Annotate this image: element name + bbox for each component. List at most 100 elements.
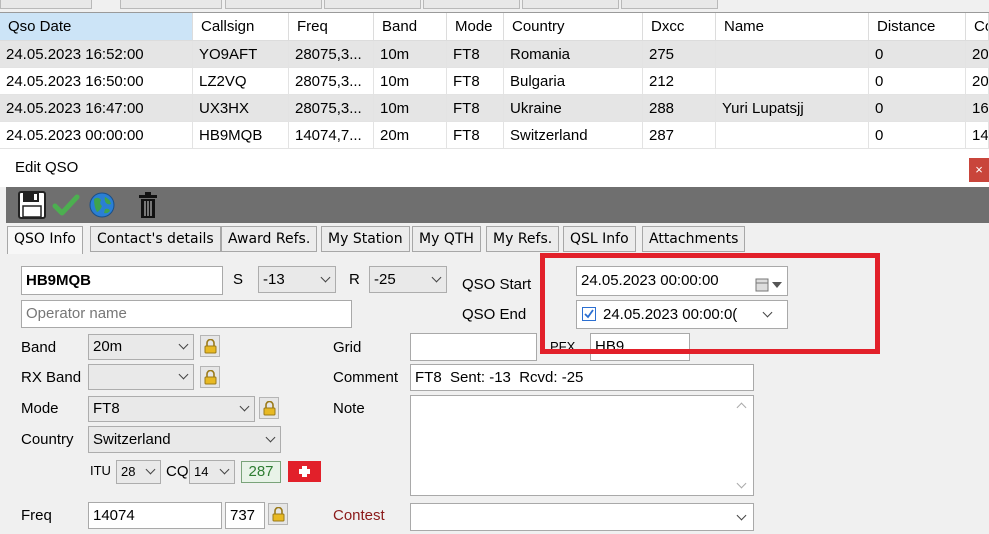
operator-name-input[interactable]: Operator name bbox=[21, 300, 352, 328]
tab-my-refs[interactable]: My Refs. bbox=[486, 226, 560, 252]
table-row[interactable]: 24.05.2023 16:47:00 UX3HX 28075,3... 10m… bbox=[0, 95, 989, 122]
table-cell: 287 bbox=[643, 122, 716, 149]
table-cell: FT8 bbox=[447, 41, 504, 68]
table-cell: 24.05.2023 00:00:00 bbox=[0, 122, 193, 149]
table-cell: FT8 bbox=[447, 95, 504, 122]
grid-input[interactable] bbox=[410, 333, 537, 361]
top-tab-stub[interactable] bbox=[621, 0, 718, 9]
column-header-mode[interactable]: Mode bbox=[447, 13, 504, 41]
save-icon[interactable] bbox=[18, 191, 46, 219]
cq-value: 14 bbox=[194, 464, 209, 479]
table-cell: 24.05.2023 16:52:00 bbox=[0, 41, 193, 68]
mode-label: Mode bbox=[21, 400, 59, 417]
column-header-callsign[interactable]: Callsign bbox=[193, 13, 289, 41]
column-header-qso-date[interactable]: Qso Date bbox=[0, 13, 193, 41]
chevron-down-icon bbox=[178, 369, 189, 380]
qso-grid: Qso Date Callsign Freq Band Mode Country… bbox=[0, 12, 989, 152]
table-cell: 24.05.2023 16:50:00 bbox=[0, 68, 193, 95]
column-header-name[interactable]: Name bbox=[716, 13, 869, 41]
close-button[interactable]: × bbox=[969, 158, 989, 182]
country-value: Switzerland bbox=[93, 431, 171, 448]
r-report-value: -25 bbox=[374, 271, 396, 288]
table-cell: Switzerland bbox=[504, 122, 643, 149]
qso-start-label: QSO Start bbox=[462, 276, 532, 293]
country-label: Country bbox=[21, 431, 74, 448]
tab-qso-info[interactable]: QSO Info bbox=[7, 226, 83, 254]
tab-my-qth[interactable]: My QTH bbox=[412, 226, 481, 252]
table-cell: 288 bbox=[643, 95, 716, 122]
table-cell: 14074,7... bbox=[289, 122, 374, 149]
tab-contacts-details[interactable]: Contact's details bbox=[90, 226, 221, 252]
chevron-down-icon bbox=[239, 401, 250, 412]
itu-select[interactable]: 28 bbox=[116, 460, 161, 484]
tab-my-station[interactable]: My Station bbox=[321, 226, 410, 252]
confirm-check-icon[interactable] bbox=[52, 191, 80, 219]
scroll-up-icon[interactable] bbox=[736, 402, 747, 413]
s-report-value: -13 bbox=[263, 271, 285, 288]
globe-icon[interactable] bbox=[88, 191, 116, 219]
top-tab-stub[interactable] bbox=[423, 0, 520, 9]
column-header-dxcc[interactable]: Dxcc bbox=[643, 13, 716, 41]
window-title: Edit QSO bbox=[15, 159, 79, 176]
mode-select[interactable]: FT8 bbox=[88, 396, 255, 422]
column-header-distance[interactable]: Distance bbox=[869, 13, 966, 41]
table-cell: HB9MQB bbox=[193, 122, 289, 149]
table-cell: Romania bbox=[504, 41, 643, 68]
top-tab-stub[interactable] bbox=[324, 0, 421, 9]
table-cell: 28075,3... bbox=[289, 41, 374, 68]
table-cell: FT8 bbox=[447, 122, 504, 149]
rx-band-select[interactable] bbox=[88, 364, 194, 390]
band-lock-button[interactable] bbox=[200, 335, 220, 357]
chevron-down-icon bbox=[219, 464, 230, 475]
freq-lock-button[interactable] bbox=[268, 503, 288, 525]
table-cell: Ukraine bbox=[504, 95, 643, 122]
table-row[interactable]: 24.05.2023 16:50:00 LZ2VQ 28075,3... 10m… bbox=[0, 68, 989, 95]
callsign-input[interactable]: HB9MQB bbox=[21, 266, 223, 295]
freq-input[interactable]: 14074 bbox=[88, 502, 222, 529]
comment-input[interactable]: FT8 Sent: -13 Rcvd: -25 bbox=[410, 364, 754, 391]
tab-qsl-info[interactable]: QSL Info bbox=[563, 226, 636, 252]
column-header-freq[interactable]: Freq bbox=[289, 13, 374, 41]
cq-select[interactable]: 14 bbox=[189, 460, 235, 484]
table-cell: 16 bbox=[966, 95, 989, 122]
top-tab-stub[interactable] bbox=[120, 0, 222, 9]
lock-icon bbox=[204, 339, 217, 354]
note-textarea[interactable] bbox=[410, 395, 754, 496]
table-row[interactable]: 24.05.2023 16:52:00 YO9AFT 28075,3... 10… bbox=[0, 41, 989, 68]
column-header-band[interactable]: Band bbox=[374, 13, 447, 41]
chevron-down-icon bbox=[431, 272, 442, 282]
lock-icon bbox=[204, 370, 217, 385]
column-header-country[interactable]: Country bbox=[504, 13, 643, 41]
top-tab-stub[interactable] bbox=[225, 0, 322, 9]
tab-attachments[interactable]: Attachments bbox=[642, 226, 746, 252]
country-select[interactable]: Switzerland bbox=[88, 426, 281, 453]
mode-lock-button[interactable] bbox=[259, 397, 279, 419]
rx-band-lock-button[interactable] bbox=[200, 366, 220, 388]
chevron-down-icon bbox=[265, 432, 276, 442]
table-cell: Yuri Lupatsjj bbox=[716, 95, 869, 122]
tab-award-refs[interactable]: Award Refs. bbox=[221, 226, 318, 252]
contest-select[interactable] bbox=[410, 503, 754, 531]
column-header-continent[interactable]: Co bbox=[966, 13, 989, 41]
r-label: R bbox=[349, 271, 360, 288]
table-cell bbox=[716, 68, 869, 95]
table-cell: FT8 bbox=[447, 68, 504, 95]
top-tab-stub[interactable] bbox=[522, 0, 619, 9]
top-tab-stub[interactable] bbox=[0, 0, 92, 9]
dxcc-badge: 287 bbox=[241, 461, 281, 483]
table-row[interactable]: 24.05.2023 00:00:00 HB9MQB 14074,7... 20… bbox=[0, 122, 989, 149]
delete-trash-icon[interactable] bbox=[134, 191, 162, 219]
chevron-down-icon bbox=[178, 339, 189, 350]
contest-label: Contest bbox=[333, 507, 385, 524]
r-report-select[interactable]: -25 bbox=[369, 266, 447, 293]
lock-icon bbox=[263, 401, 276, 416]
qso-end-label: QSO End bbox=[462, 306, 527, 323]
edit-qso-titlebar: Edit QSO bbox=[0, 151, 989, 187]
band-select[interactable]: 20m bbox=[88, 334, 194, 360]
freq-offset-input[interactable]: 737 bbox=[225, 502, 265, 529]
s-report-select[interactable]: -13 bbox=[258, 266, 336, 293]
chevron-down-icon bbox=[320, 272, 331, 282]
table-cell: 10m bbox=[374, 95, 447, 122]
scroll-down-icon[interactable] bbox=[736, 478, 747, 489]
table-cell: 28075,3... bbox=[289, 95, 374, 122]
